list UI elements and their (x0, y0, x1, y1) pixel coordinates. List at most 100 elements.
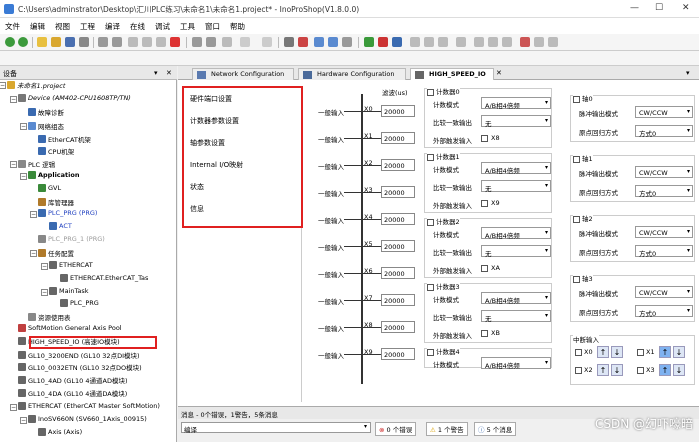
menu-window[interactable]: 窗口 (200, 18, 225, 35)
homing-mode-select[interactable]: 方式0 ▾ (635, 245, 693, 258)
paste-icon[interactable] (156, 37, 166, 47)
toolbar-icon-b[interactable] (262, 37, 272, 47)
rising-edge-icon[interactable]: ↑ (597, 364, 609, 376)
filter-input[interactable]: 20000 (381, 294, 415, 306)
external-trigger-checkbox[interactable] (481, 134, 488, 142)
external-trigger-option[interactable]: XB (481, 329, 500, 337)
menu-file[interactable]: 文件 (0, 18, 25, 35)
tree-node[interactable]: GVL (38, 184, 61, 192)
toolbar-icon-e[interactable] (502, 37, 512, 47)
online-icon[interactable] (342, 37, 352, 47)
tree-node[interactable]: GL10_3200END (GL10 32点DI模块) (18, 350, 140, 360)
errors-filter[interactable]: ⊗ 0 个错误 (375, 422, 417, 436)
interrupt-checkbox[interactable] (575, 348, 582, 356)
tree-node[interactable]: SoftMotion General Axis Pool (18, 324, 122, 332)
tree-node[interactable]: GL10_4DA (GL10 4通道DA模块) (18, 388, 127, 398)
interrupt-checkbox[interactable] (575, 366, 582, 374)
tab-close-icon[interactable]: ✕ (496, 69, 502, 77)
expand-toggle[interactable]: − (20, 417, 27, 424)
filter-input[interactable]: 20000 (381, 213, 415, 225)
tree-node[interactable]: PLC 逻辑 (18, 159, 55, 169)
compare-output-select[interactable]: 无 ▾ (481, 180, 551, 193)
grid-icon[interactable] (222, 37, 232, 47)
falling-edge-icon[interactable]: ↓ (673, 364, 685, 376)
pulse-mode-select[interactable]: CW/CCW ▾ (635, 106, 693, 118)
message-source-select[interactable]: 编译 (181, 422, 371, 434)
cut-icon[interactable] (128, 37, 138, 47)
tree-node[interactable]: PLC_PRG (PRG) (38, 209, 97, 217)
tree-node[interactable]: PLC_PRG (60, 299, 99, 307)
replace-icon[interactable] (206, 37, 216, 47)
close-icon[interactable]: ✕ (682, 3, 690, 13)
redo-icon[interactable] (112, 37, 122, 47)
interrupt-option[interactable]: X0 (575, 348, 593, 356)
tree-node[interactable]: ETHERCAT.EtherCAT_Tas (60, 274, 148, 282)
new-project-icon[interactable] (37, 37, 47, 47)
count-mode-select[interactable]: A/B相4倍频 ▾ (481, 97, 551, 110)
expand-toggle[interactable]: − (41, 263, 48, 270)
toolbar-icon-d[interactable] (488, 37, 498, 47)
filter-input[interactable]: 20000 (381, 240, 415, 252)
axis-enable-checkbox[interactable] (573, 215, 580, 223)
count-mode-select[interactable]: A/B相4倍频 ▾ (481, 162, 551, 175)
save-icon[interactable] (65, 37, 75, 47)
find-icon[interactable] (192, 37, 202, 47)
external-trigger-option[interactable]: X8 (481, 134, 500, 142)
menu-help[interactable]: 帮助 (225, 18, 250, 35)
counter-enable-checkbox[interactable] (427, 153, 434, 161)
expand-toggle[interactable]: − (20, 173, 27, 180)
menu-edit[interactable]: 编辑 (25, 18, 50, 35)
filter-input[interactable]: 20000 (381, 159, 415, 171)
count-mode-select[interactable]: A/B相4倍频 ▾ (481, 227, 551, 240)
tree-node[interactable]: 网络组态 (28, 121, 64, 131)
filter-input[interactable]: 20000 (381, 348, 415, 360)
counter-enable-checkbox[interactable] (427, 88, 434, 96)
expand-toggle[interactable]: − (30, 211, 37, 218)
axis-enable-checkbox[interactable] (573, 275, 580, 283)
menu-online[interactable]: 在线 (125, 18, 150, 35)
counter-enable-checkbox[interactable] (427, 218, 434, 226)
interrupt-option[interactable]: X3 (637, 366, 655, 374)
filter-input[interactable]: 20000 (381, 321, 415, 333)
forward-icon[interactable] (18, 37, 28, 47)
external-trigger-checkbox[interactable] (481, 264, 488, 272)
tab-network-configuration[interactable]: Network Configuration (192, 68, 294, 80)
step-out-icon[interactable] (438, 37, 448, 47)
compare-output-select[interactable]: 无 ▾ (481, 245, 551, 258)
filter-input[interactable]: 20000 (381, 132, 415, 144)
pin-icon[interactable]: ▾ (154, 69, 158, 77)
tree-node[interactable]: MainTask (49, 287, 89, 295)
tab-hardware-configuration[interactable]: Hardware Configuration (298, 68, 406, 80)
delete-icon[interactable] (170, 37, 180, 47)
nav-axis-params[interactable]: 轴参数设置 (190, 138, 225, 148)
filter-input[interactable]: 20000 (381, 105, 415, 117)
back-icon[interactable] (5, 37, 15, 47)
menu-view[interactable]: 视图 (50, 18, 75, 35)
print-icon[interactable] (79, 37, 89, 47)
expand-toggle[interactable]: − (30, 250, 37, 257)
tree-node[interactable]: ETHERCAT (49, 261, 93, 269)
filter-input[interactable]: 20000 (381, 267, 415, 279)
toolbar-icon-f[interactable] (520, 37, 530, 47)
copy-icon[interactable] (142, 37, 152, 47)
toolbar-icon-h[interactable] (548, 37, 558, 47)
run-icon[interactable] (364, 37, 374, 47)
falling-edge-icon[interactable]: ↓ (611, 346, 623, 358)
nav-info[interactable]: 信息 (190, 204, 204, 214)
stop-icon[interactable] (378, 37, 388, 47)
homing-mode-select[interactable]: 方式0 ▾ (635, 185, 693, 198)
toolbar-icon-a[interactable] (240, 37, 250, 47)
pulse-mode-select[interactable]: CW/CCW ▾ (635, 286, 693, 298)
tree-node[interactable]: PLC_PRG_1 (PRG) (38, 235, 105, 243)
axis-enable-checkbox[interactable] (573, 155, 580, 163)
compare-output-select[interactable]: 无 ▾ (481, 115, 551, 128)
external-trigger-checkbox[interactable] (481, 329, 488, 337)
tree-node[interactable]: Application (28, 171, 79, 179)
count-mode-select[interactable]: A/B相4倍频 ▾ (481, 357, 551, 370)
nav-internal-io[interactable]: Internal I/O映射 (190, 160, 243, 170)
tree-node[interactable]: Axis (Axis) (38, 428, 82, 436)
tree-node[interactable]: 未命名1.project (7, 80, 65, 90)
count-mode-select[interactable]: A/B相4倍频 ▾ (481, 292, 551, 305)
filter-input[interactable]: 20000 (381, 186, 415, 198)
interrupt-checkbox[interactable] (637, 348, 644, 356)
